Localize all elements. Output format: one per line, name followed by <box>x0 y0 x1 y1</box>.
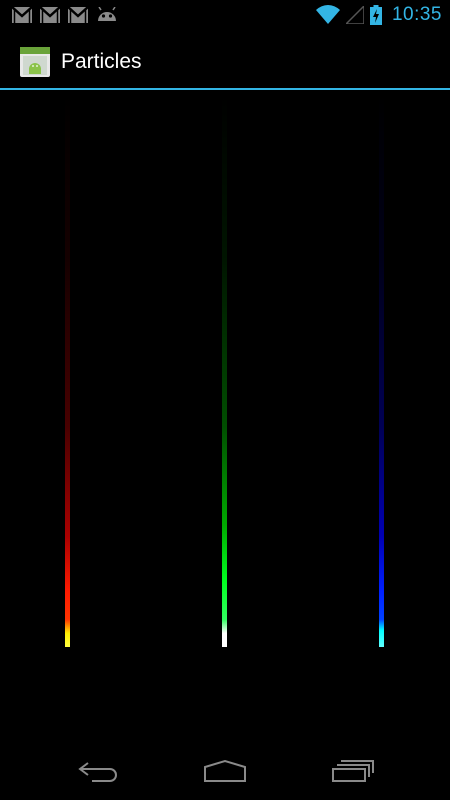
gmail-icon <box>12 7 32 23</box>
status-bar: 10:35 <box>0 0 450 33</box>
action-bar: Particles <box>0 33 450 90</box>
app-title: Particles <box>61 50 142 73</box>
blue-particle-streak <box>379 95 384 647</box>
recent-apps-button[interactable] <box>327 754 377 788</box>
status-clock: 10:35 <box>391 4 442 25</box>
gmail-icon <box>68 7 88 23</box>
particle-canvas[interactable] <box>0 90 450 740</box>
battery-charging-icon <box>369 5 382 25</box>
notification-icons <box>12 7 118 23</box>
red-particle-streak <box>65 95 70 647</box>
home-icon <box>204 759 246 782</box>
recent-apps-icon <box>332 760 374 782</box>
system-status-icons: 10:35 <box>315 4 442 26</box>
android-app-icon[interactable] <box>20 47 50 77</box>
android-debug-icon <box>98 7 116 21</box>
back-icon <box>78 762 117 782</box>
wifi-icon <box>315 5 340 25</box>
signal-icon <box>345 6 364 24</box>
back-button[interactable] <box>75 754 125 788</box>
home-button[interactable] <box>200 754 250 788</box>
green-particle-streak <box>222 95 227 647</box>
gmail-icon <box>40 7 60 23</box>
navigation-bar <box>0 740 450 800</box>
